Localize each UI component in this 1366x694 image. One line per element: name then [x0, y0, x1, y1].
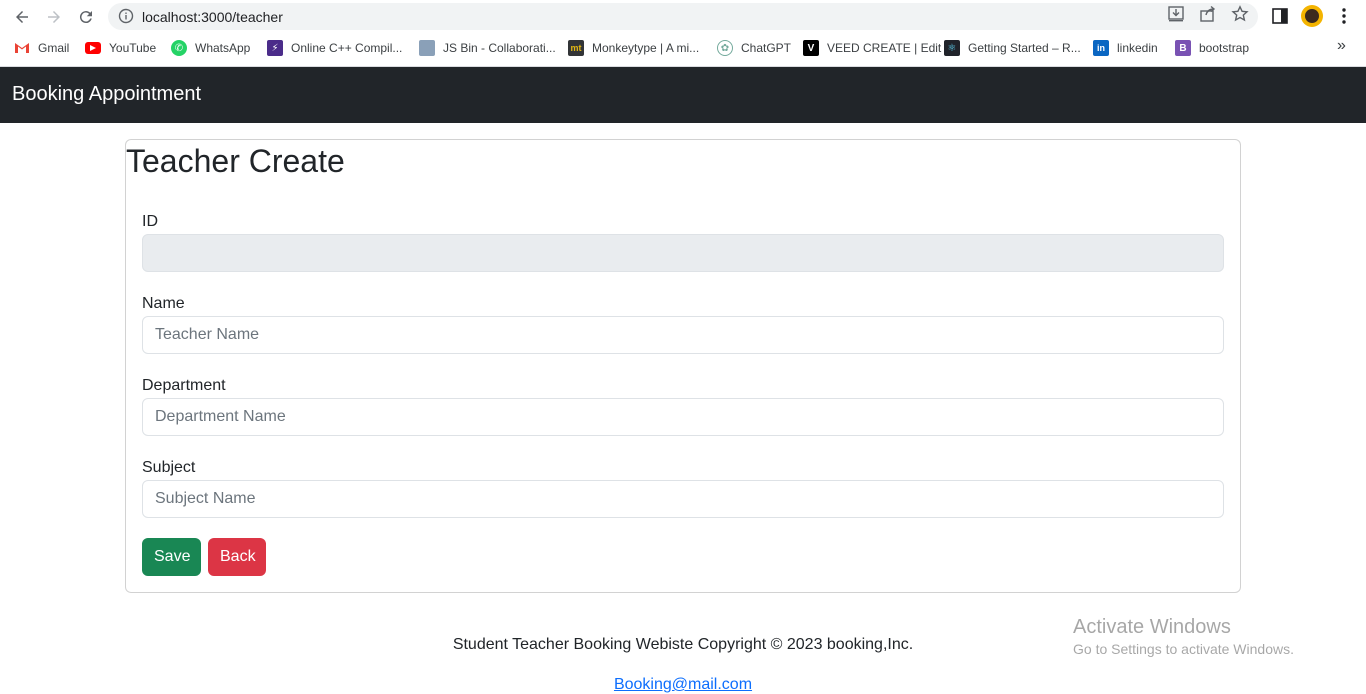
bookmark-chatgpt[interactable]: ✿ ChatGPT [717, 39, 791, 57]
forward-arrow-icon[interactable] [42, 5, 66, 29]
bookmark-bootstrap[interactable]: B bootstrap [1175, 39, 1249, 57]
back-button[interactable]: Back [208, 538, 266, 576]
footer-email-link[interactable]: Booking@mail.com [0, 676, 1366, 694]
bookmark-label: Monkeytype | A mi... [592, 41, 700, 55]
menu-kebab-icon[interactable] [1334, 6, 1354, 26]
navbar-brand[interactable]: Booking Appointment [12, 83, 201, 106]
bookmark-star-icon[interactable] [1231, 5, 1249, 23]
browser-toolbar: localhost:3000/teacher [0, 0, 1366, 34]
id-field[interactable] [142, 234, 1224, 272]
bookmark-label: JS Bin - Collaborati... [443, 41, 556, 55]
address-bar[interactable]: localhost:3000/teacher [108, 3, 1258, 30]
react-icon: ⚛ [944, 40, 960, 56]
bookmark-label: VEED CREATE | Edit [827, 41, 942, 55]
name-label: Name [142, 295, 185, 312]
bookmarks-bar: Gmail YouTube ✆ WhatsApp ⚡ Online C++ Co… [0, 34, 1366, 61]
share-icon[interactable] [1199, 5, 1217, 23]
subject-input[interactable] [142, 480, 1224, 518]
side-panel-icon[interactable] [1270, 6, 1290, 26]
bookmark-veed[interactable]: V VEED CREATE | Edit [803, 39, 941, 57]
bootstrap-icon: B [1175, 40, 1191, 56]
more-bookmarks-icon[interactable]: » [1337, 37, 1346, 55]
reload-icon[interactable] [74, 5, 98, 29]
info-icon[interactable] [118, 8, 134, 24]
whatsapp-icon: ✆ [171, 40, 187, 56]
profile-avatar-icon[interactable] [1301, 5, 1323, 27]
bookmark-gmail[interactable]: Gmail [14, 39, 69, 57]
activate-title: Activate Windows [1073, 616, 1231, 638]
bookmark-whatsapp[interactable]: ✆ WhatsApp [171, 39, 250, 57]
navbar: Booking Appointment [0, 67, 1366, 123]
back-arrow-icon[interactable] [10, 5, 34, 29]
jsbin-icon [419, 40, 435, 56]
bookmark-label: ChatGPT [741, 41, 792, 55]
department-input[interactable] [142, 398, 1224, 436]
bookmark-label: YouTube [109, 41, 157, 55]
page-title: Teacher Create [126, 143, 345, 179]
bookmark-label: Online C++ Compil... [291, 41, 403, 55]
save-button[interactable]: Save [142, 538, 201, 576]
chatgpt-icon: ✿ [717, 40, 733, 56]
activate-windows-watermark: Activate Windows Go to Settings to activ… [1073, 616, 1294, 657]
id-label: ID [142, 213, 158, 230]
name-input[interactable] [142, 316, 1224, 354]
install-app-icon[interactable] [1167, 5, 1185, 23]
bookmark-jsbin[interactable]: JS Bin - Collaborati... [419, 39, 556, 57]
bookmark-label: WhatsApp [195, 41, 251, 55]
bookmark-youtube[interactable]: YouTube [85, 39, 156, 57]
monkeytype-icon: mt [568, 40, 584, 56]
veed-icon: V [803, 40, 819, 56]
gmail-icon [14, 40, 30, 56]
bookmark-linkedin[interactable]: in linkedin [1093, 39, 1158, 57]
youtube-icon [85, 42, 101, 54]
bookmark-label: Gmail [38, 41, 70, 55]
teacher-form-card: Teacher Create ID Name Department Subjec… [125, 139, 1241, 593]
bookmark-label: linkedin [1117, 41, 1158, 55]
bookmark-compiler[interactable]: ⚡ Online C++ Compil... [267, 39, 402, 57]
bookmark-react[interactable]: ⚛ Getting Started – R... [944, 39, 1081, 57]
compiler-icon: ⚡ [267, 40, 283, 56]
activate-subtitle: Go to Settings to activate Windows. [1073, 641, 1294, 657]
department-label: Department [142, 377, 226, 394]
url-text: localhost:3000/teacher [142, 9, 283, 25]
bookmark-label: Getting Started – R... [968, 41, 1081, 55]
bookmark-label: bootstrap [1199, 41, 1250, 55]
subject-label: Subject [142, 459, 196, 476]
bookmark-monkeytype[interactable]: mt Monkeytype | A mi... [568, 39, 699, 57]
linkedin-icon: in [1093, 40, 1109, 56]
